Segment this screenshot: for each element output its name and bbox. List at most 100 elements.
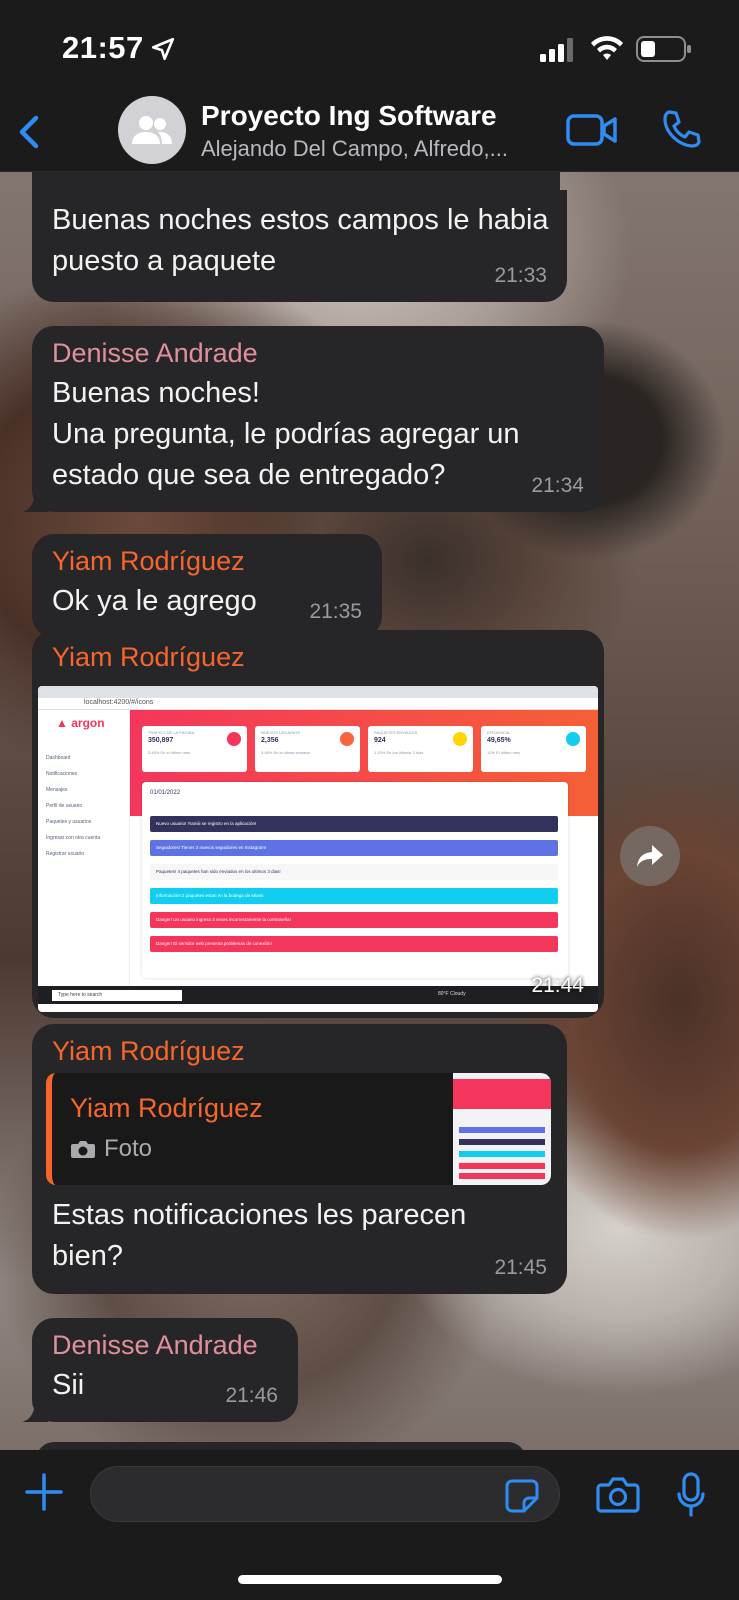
alert-row: Danger! El servidor web presenta problem… — [150, 936, 558, 952]
message-text: Buenas noches! Una pregunta, le podrías … — [52, 377, 520, 491]
sidebar-item: Mensajes — [46, 787, 68, 793]
camera-icon[interactable] — [596, 1476, 640, 1514]
notifications-card: 01/01/2022 Nuevo usuario! Yiamiii se reg… — [142, 782, 568, 978]
message-sender[interactable]: Yiam Rodríguez — [52, 1036, 549, 1067]
reply-message-bubble[interactable]: Yiam Rodríguez Yiam Rodríguez Foto Estas… — [32, 1024, 567, 1294]
home-indicator — [238, 1575, 502, 1584]
quoted-sender: Yiam Rodríguez — [70, 1093, 263, 1123]
stat-icon — [566, 732, 580, 746]
stat-label: PAQUETES ENVIADOS — [374, 730, 418, 735]
brand-name: argon — [71, 716, 105, 730]
group-people-icon — [132, 116, 172, 144]
taskbar-weather: 80°F Cloudy — [438, 991, 466, 997]
stat-icon — [227, 732, 241, 746]
message-time: 21:44 — [531, 974, 584, 997]
forward-arrow-icon — [637, 845, 663, 867]
chat-members[interactable]: Alejando Del Campo, Alfredo,... — [201, 136, 541, 162]
stat-note: 3.48% En el último mes — [148, 750, 191, 755]
chat-header: Proyecto Ing Software Alejando Del Campo… — [0, 96, 739, 172]
message-time: 21:33 — [494, 264, 547, 287]
message-bubble[interactable]: Yiam Rodríguez Ok ya le agrego 21:35 — [32, 534, 382, 638]
stat-card: TRÁFICO DE LA PÁGINA 350,897 3.48% En el… — [142, 726, 247, 772]
sidebar-menu: Dashboard Notificaciones Mensajes Perfil… — [46, 750, 100, 862]
sidebar-item: Dashboard — [46, 755, 71, 761]
thumb-header — [453, 1079, 551, 1109]
wifi-icon — [591, 36, 623, 60]
alert-row: Seguidores! Tienes 3 nuevos seguidores e… — [150, 840, 558, 856]
thumb-row — [459, 1139, 545, 1145]
browser-tabbar — [38, 686, 598, 698]
message-sender[interactable]: Denisse Andrade — [52, 338, 586, 369]
message-sender[interactable]: Yiam Rodríguez — [52, 642, 245, 673]
message-input[interactable] — [90, 1466, 560, 1522]
message-text: Buenas noches estos campos le habia pues… — [52, 204, 549, 277]
notifications-date: 01/01/2022 — [150, 790, 181, 796]
browser-url: localhost:4200/#/icons — [84, 699, 154, 706]
taskbar-search: Type here to search — [52, 990, 182, 1001]
stat-label: NUEVOS USUARIOS — [261, 730, 300, 735]
message-bubble[interactable]: Buenas noches estos campos le habia pues… — [32, 190, 567, 302]
shared-screenshot-image[interactable]: localhost:4200/#/icons ▲ argon Dashboard… — [38, 686, 598, 1012]
message-time: 21:34 — [531, 474, 584, 497]
battery-icon — [636, 36, 691, 62]
alert-row: Información! 2 paquetes estan en la bode… — [150, 888, 558, 904]
windows-taskbar: Type here to search 80°F Cloudy — [38, 986, 598, 1004]
alert-row: Paquetes! 4 paquetes han sido enviados e… — [150, 864, 558, 880]
message-bubble[interactable]: Denisse Andrade Sii 21:46 — [22, 1318, 298, 1422]
stat-note: 1.10% En los últimos 3 días — [374, 750, 424, 755]
message-time: 21:46 — [225, 1384, 278, 1407]
camera-icon — [71, 1141, 95, 1158]
image-message[interactable]: Yiam Rodríguez localhost:4200/#/icons ▲ … — [32, 630, 604, 1018]
plus-icon[interactable] — [24, 1472, 64, 1512]
thumb-row — [459, 1127, 545, 1133]
chat-title[interactable]: Proyecto Ing Software — [201, 100, 497, 132]
message-time: 21:35 — [309, 600, 362, 623]
location-arrow-icon — [151, 37, 175, 61]
message-text: Estas notificaciones les parecen bien? — [52, 1199, 467, 1272]
sidebar-item: Perfil de usuario — [46, 803, 83, 809]
sticker-icon[interactable] — [504, 1478, 540, 1514]
quoted-message[interactable]: Yiam Rodríguez Foto — [46, 1073, 551, 1185]
stat-label: EFICIENCIA — [487, 730, 510, 735]
message-sender[interactable]: Yiam Rodríguez — [52, 546, 364, 577]
stat-card: PAQUETES ENVIADOS 924 1.10% En los últim… — [368, 726, 473, 772]
sidebar-item: Notificaciones — [46, 771, 78, 777]
thumb-row — [459, 1163, 545, 1169]
status-bar: 21:57 — [0, 0, 739, 96]
thumb-row — [459, 1173, 545, 1179]
quoted-type: Foto — [104, 1135, 153, 1162]
thumb-row — [459, 1151, 545, 1157]
bubble-tail — [22, 1400, 48, 1422]
message-bubble[interactable]: Denisse Andrade Buenas noches! Una pregu… — [22, 326, 604, 512]
alert-list: Nuevo usuario! Yiamiii se registro en la… — [150, 816, 558, 960]
sidebar-item: Ingresar con otra cuenta — [46, 835, 101, 841]
phone-call-icon[interactable] — [660, 108, 702, 150]
message-time: 21:45 — [494, 1256, 547, 1279]
signal-icon — [540, 38, 573, 62]
stat-label: TRÁFICO DE LA PÁGINA — [148, 730, 195, 735]
sidebar-item: Paquetes y usuarios — [46, 819, 92, 825]
bubble-tail — [22, 490, 48, 512]
stat-card: NUEVOS USUARIOS 2,356 3.48% En la última… — [255, 726, 360, 772]
microphone-icon[interactable] — [676, 1472, 706, 1518]
stat-cards: TRÁFICO DE LA PÁGINA 350,897 3.48% En el… — [142, 726, 586, 772]
stat-note: 3.48% En la última semana — [261, 750, 310, 755]
stat-note: 12% El último mes — [487, 750, 521, 755]
message-sender[interactable]: Denisse Andrade — [52, 1330, 280, 1361]
browser-addressbar: localhost:4200/#/icons — [38, 698, 598, 710]
back-chevron-icon[interactable] — [14, 112, 44, 152]
sidebar-item: Registrar usuario — [46, 851, 85, 857]
video-call-icon[interactable] — [566, 112, 618, 148]
alert-row: Danger! Un usuario ingreso 3 veces incor… — [150, 912, 558, 928]
quoted-label: Foto — [70, 1135, 152, 1163]
argon-logo: ▲ argon — [56, 716, 105, 730]
quoted-thumbnail — [453, 1073, 551, 1185]
status-time: 21:57 — [62, 30, 144, 65]
alert-row: Nuevo usuario! Yiamiii se registro en la… — [150, 816, 558, 832]
forward-button[interactable] — [620, 826, 680, 886]
app-sidebar: ▲ argon Dashboard Notificaciones Mensaje… — [38, 710, 130, 986]
stat-icon — [453, 732, 467, 746]
stat-icon — [340, 732, 354, 746]
group-avatar[interactable] — [118, 96, 186, 164]
stat-card: EFICIENCIA 49,65% 12% El último mes — [481, 726, 586, 772]
